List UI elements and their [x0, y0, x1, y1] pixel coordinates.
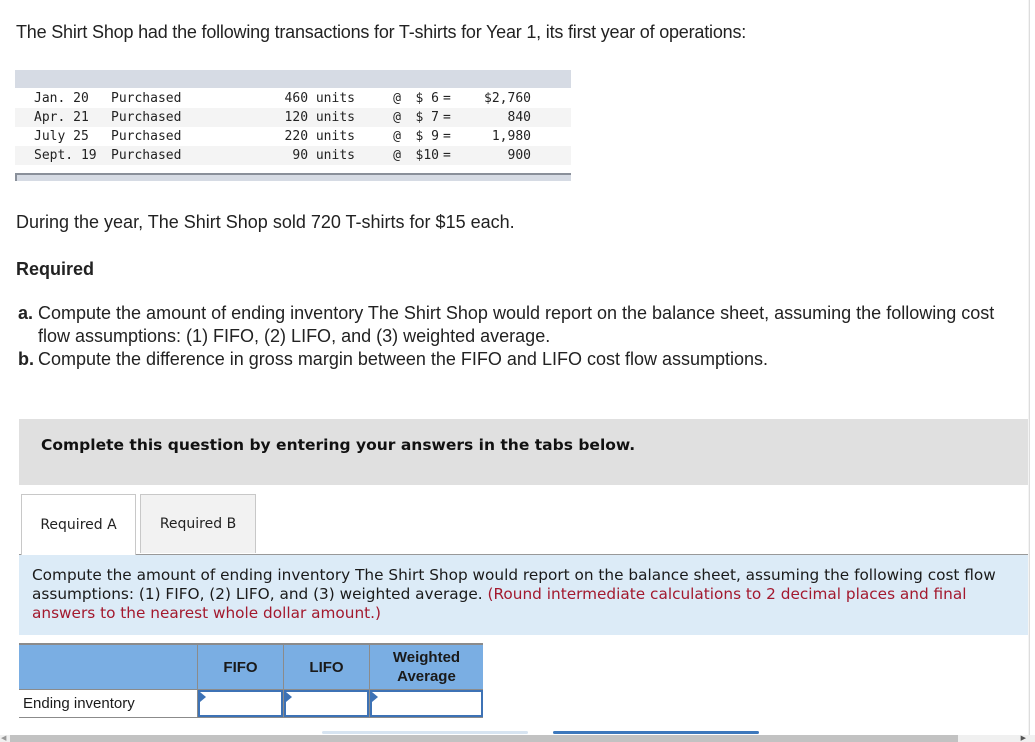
- txn-units: 220 units: [284, 129, 355, 144]
- sold-text: During the year, The Shirt Shop sold 720…: [16, 212, 515, 232]
- transactions-table-header: [15, 70, 571, 88]
- scroll-right-arrow-icon[interactable]: ▶: [1021, 735, 1026, 742]
- txn-at: @: [393, 91, 401, 106]
- fifo-ending-inventory-input[interactable]: [198, 690, 283, 717]
- txn-at: @: [393, 110, 401, 125]
- lifo-cell: [283, 689, 370, 718]
- txn-price: $ 7: [415, 110, 439, 125]
- txn-units: 460 units: [284, 91, 355, 106]
- tab-required-b[interactable]: Required B: [140, 494, 256, 553]
- table-row: Ending inventory: [19, 689, 483, 718]
- txn-eq: =: [443, 91, 451, 106]
- rounding-note: (Round intermediate calculations to 2 de…: [487, 585, 967, 603]
- required-item-label: b.: [18, 349, 34, 369]
- transactions-table-footer: [15, 173, 571, 181]
- txn-total: 1,980: [491, 129, 531, 144]
- complete-question-banner: Complete this question by entering your …: [19, 419, 1035, 485]
- vertical-scrollbar-thumb[interactable]: [1029, 0, 1035, 735]
- txn-price: $ 6: [415, 91, 439, 106]
- txn-date: Sept. 19: [34, 148, 97, 163]
- txn-date: July 25: [34, 129, 89, 144]
- txn-eq: =: [443, 110, 451, 125]
- transaction-row: Apr. 21 Purchased 120 units @ $ 7 = 840: [15, 108, 571, 127]
- weighted-cell: [369, 689, 483, 718]
- txn-eq: =: [443, 148, 451, 163]
- horizontal-scrollbar-thumb[interactable]: [10, 735, 958, 742]
- required-list: a. Compute the amount of ending inventor…: [18, 302, 1008, 371]
- txn-eq: =: [443, 129, 451, 144]
- txn-price: $ 9: [415, 129, 439, 144]
- transaction-row: Jan. 20 Purchased 460 units @ $ 6 = $2,7…: [15, 89, 571, 108]
- horizontal-scrollbar[interactable]: ◀ ▶: [0, 735, 1035, 742]
- header-weighted-line1: Weighted: [392, 649, 461, 666]
- txn-at: @: [393, 129, 401, 144]
- txn-date: Apr. 21: [34, 110, 89, 125]
- instructions-line2: assumptions: (1) FIFO, (2) LIFO, and (3)…: [32, 585, 1035, 604]
- complete-question-text: Complete this question by entering your …: [41, 436, 636, 454]
- header-fifo: FIFO: [197, 643, 284, 690]
- header-weighted-line2: Average: [397, 668, 456, 685]
- instructions-line1: Compute the amount of ending inventory T…: [32, 566, 996, 584]
- txn-desc: Purchased: [111, 129, 182, 144]
- instructions-panel: Compute the amount of ending inventory T…: [19, 555, 1035, 635]
- required-item-b: b. Compute the difference in gross margi…: [18, 348, 1008, 371]
- header-lifo: LIFO: [283, 643, 370, 690]
- txn-units: 120 units: [284, 110, 355, 125]
- required-item-text: Compute the difference in gross margin b…: [38, 349, 769, 369]
- required-item-a: a. Compute the amount of ending inventor…: [18, 302, 1008, 348]
- scroll-left-arrow-icon[interactable]: ◀: [1, 735, 6, 742]
- intro-text: The Shirt Shop had the following transac…: [16, 22, 747, 42]
- next-tab-button[interactable]: [553, 731, 759, 734]
- fifo-cell: [197, 689, 284, 718]
- txn-desc: Purchased: [111, 110, 182, 125]
- txn-total: 900: [507, 148, 531, 163]
- transactions-table: Jan. 20 Purchased 460 units @ $ 6 = $2,7…: [15, 89, 571, 165]
- prev-tab-button[interactable]: [322, 731, 528, 734]
- txn-total: $2,760: [484, 91, 531, 106]
- lifo-ending-inventory-input[interactable]: [284, 690, 369, 717]
- header-weighted-average: Weighted Average: [369, 643, 483, 690]
- tab-required-a[interactable]: Required A: [21, 494, 136, 555]
- required-heading: Required: [16, 259, 95, 279]
- vertical-scrollbar[interactable]: [1028, 0, 1035, 735]
- weighted-average-ending-inventory-input[interactable]: [370, 690, 483, 717]
- txn-units: 90 units: [292, 148, 355, 163]
- transaction-row: July 25 Purchased 220 units @ $ 9 = 1,98…: [15, 127, 571, 146]
- rounding-note-cont: answers to the nearest whole dollar amou…: [32, 604, 381, 622]
- txn-at: @: [393, 148, 401, 163]
- row-label-ending-inventory: Ending inventory: [19, 689, 198, 718]
- required-item-label: a.: [18, 303, 34, 323]
- answer-table: FIFO LIFO Weighted Average Ending invent…: [19, 643, 483, 718]
- header-blank: [19, 643, 198, 690]
- required-item-text: Compute the amount of ending inventory T…: [38, 303, 995, 346]
- txn-desc: Purchased: [111, 148, 182, 163]
- instructions-line2-text: assumptions: (1) FIFO, (2) LIFO, and (3)…: [32, 585, 488, 603]
- txn-price: $10: [415, 148, 439, 163]
- txn-date: Jan. 20: [34, 91, 89, 106]
- transaction-row: Sept. 19 Purchased 90 units @ $10 = 900: [15, 146, 571, 165]
- txn-total: 840: [507, 110, 531, 125]
- txn-desc: Purchased: [111, 91, 182, 106]
